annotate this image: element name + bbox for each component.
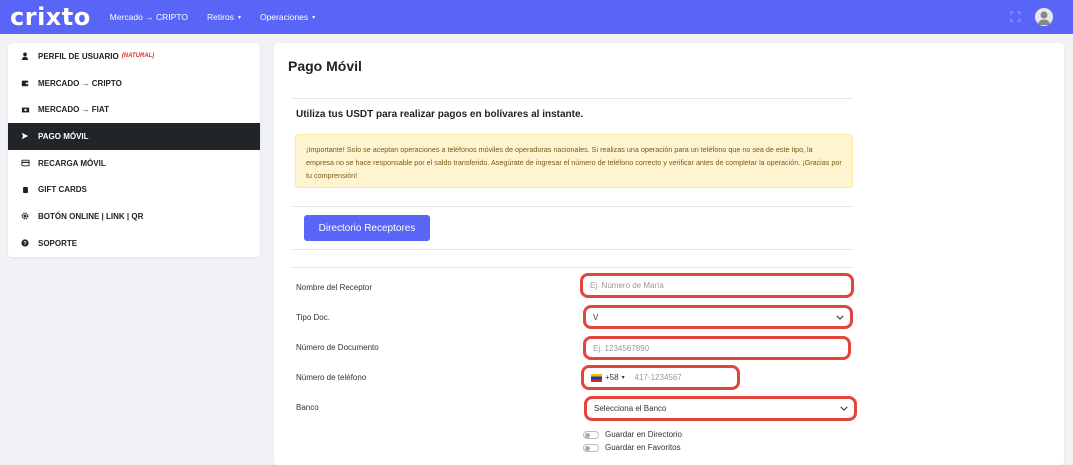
toggle-switch[interactable]	[583, 430, 599, 439]
card-icon	[20, 158, 30, 168]
receiver-name-label: Nombre del Receptor	[296, 283, 373, 292]
status-badge: (NATURAL)	[121, 53, 155, 60]
toggle-switch[interactable]	[583, 443, 599, 452]
divider	[292, 249, 853, 250]
page-title: Pago Móvil	[288, 58, 362, 74]
country-code-select[interactable]: +58 ▾	[591, 373, 625, 382]
phone-input[interactable]: +58 ▾ 417-1234567	[581, 365, 740, 390]
sidebar-item-perfil[interactable]: PERFIL DE USUARIO (NATURAL)	[8, 43, 260, 70]
sidebar-item-gift-cards[interactable]: GIFT CARDS	[8, 176, 260, 203]
divider	[292, 206, 853, 207]
directorio-receptores-button[interactable]: Directorio Receptores	[304, 215, 430, 241]
save-directory-toggle[interactable]: Guardar en Directorio	[583, 430, 682, 439]
user-icon	[20, 51, 30, 61]
bank-select[interactable]: Selecciona el Banco	[584, 396, 857, 421]
sidebar-item-mercado-cripto[interactable]: MERCADO → CRIPTO	[8, 70, 260, 97]
doc-number-label: Número de Documento	[296, 343, 379, 352]
receiver-name-input[interactable]: Ej. Número de María	[580, 273, 854, 298]
gear-icon	[20, 211, 30, 221]
page-subtitle: Utiliza tus USDT para realizar pagos en …	[296, 109, 584, 120]
divider	[292, 267, 853, 268]
help-icon: ?	[20, 238, 30, 248]
sidebar-item-mercado-fiat[interactable]: MERCADO → FIAT	[8, 96, 260, 123]
logo[interactable]: crixto	[10, 0, 91, 34]
nav-link-operaciones[interactable]: Operaciones ▾	[260, 12, 315, 22]
svg-text:?: ?	[23, 241, 27, 247]
venezuela-flag-icon	[591, 373, 602, 382]
important-alert: ¡Importante! Solo se aceptan operaciones…	[295, 134, 853, 188]
chevron-down-icon: ▾	[621, 375, 625, 381]
nav-link-retiros[interactable]: Retiros ▾	[207, 12, 241, 22]
top-navbar: crixto Mercado → CRIPTO Retiros ▾ Operaci…	[0, 0, 1073, 34]
doc-number-input[interactable]: Ej. 1234567890	[583, 336, 851, 360]
sidebar-item-boton-online[interactable]: BOTÓN ONLINE | LINK | QR	[8, 203, 260, 230]
money-icon	[20, 105, 30, 115]
wallet-icon	[20, 78, 30, 88]
sidebar-item-soporte[interactable]: ? SOPORTE	[8, 230, 260, 257]
sidebar-item-pago-movil[interactable]: PAGO MÓVIL	[8, 123, 260, 150]
database-icon	[20, 185, 30, 195]
doc-type-select[interactable]: V	[583, 305, 853, 329]
bank-label: Banco	[296, 403, 319, 412]
send-icon	[20, 131, 30, 141]
chevron-down-icon	[840, 404, 848, 413]
fullscreen-icon[interactable]	[1010, 11, 1021, 22]
doc-type-label: Tipo Doc.	[296, 313, 330, 322]
save-favorites-toggle[interactable]: Guardar en Favoritos	[583, 443, 681, 452]
main-card: Pago Móvil Utiliza tus USDT para realiza…	[274, 43, 1064, 465]
chevron-down-icon: ▾	[237, 14, 241, 21]
user-avatar-icon	[1037, 11, 1051, 25]
avatar[interactable]	[1035, 8, 1053, 26]
chevron-down-icon: ▾	[312, 14, 316, 21]
phone-label: Número de teléfono	[296, 373, 367, 382]
sidebar-item-recarga-movil[interactable]: RECARGA MÓVIL	[8, 150, 260, 177]
chevron-down-icon	[836, 313, 844, 322]
sidebar: PERFIL DE USUARIO (NATURAL) MERCADO → CR…	[8, 43, 260, 257]
nav-link-mercado-cripto[interactable]: Mercado → CRIPTO	[110, 12, 188, 22]
divider	[292, 98, 853, 99]
